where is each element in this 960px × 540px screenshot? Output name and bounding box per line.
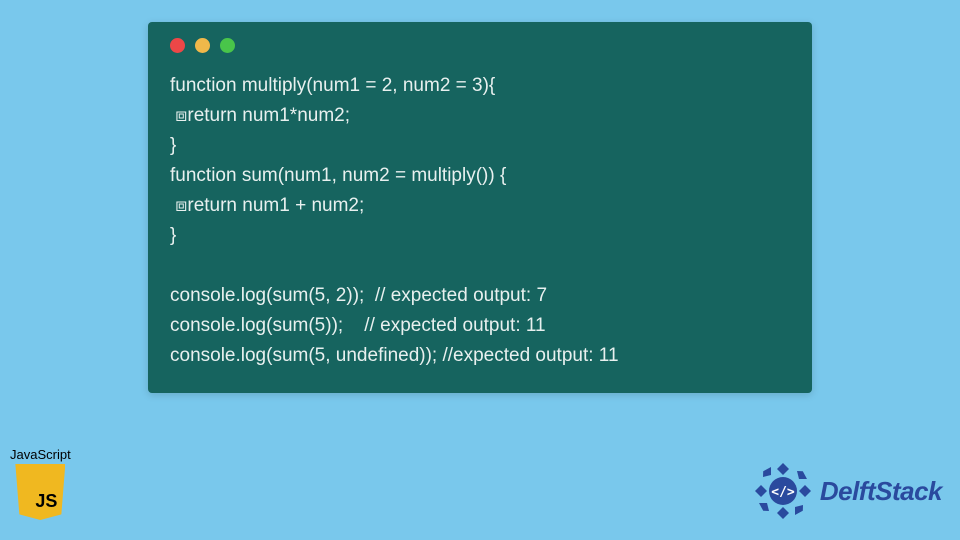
brand-logo: </> DelftStack [752, 460, 942, 522]
delftstack-icon: </> [752, 460, 814, 522]
close-icon [170, 38, 185, 53]
code-panel: function multiply(num1 = 2, num2 = 3){ ⧈… [148, 22, 812, 393]
svg-text:</>: </> [771, 485, 795, 500]
brand-name: DelftStack [820, 476, 942, 507]
javascript-label: JavaScript [10, 447, 71, 462]
maximize-icon [220, 38, 235, 53]
javascript-icon [15, 464, 65, 520]
code-snippet: function multiply(num1 = 2, num2 = 3){ ⧈… [170, 71, 790, 371]
javascript-badge: JavaScript [10, 447, 71, 520]
window-controls [170, 38, 790, 53]
minimize-icon [195, 38, 210, 53]
